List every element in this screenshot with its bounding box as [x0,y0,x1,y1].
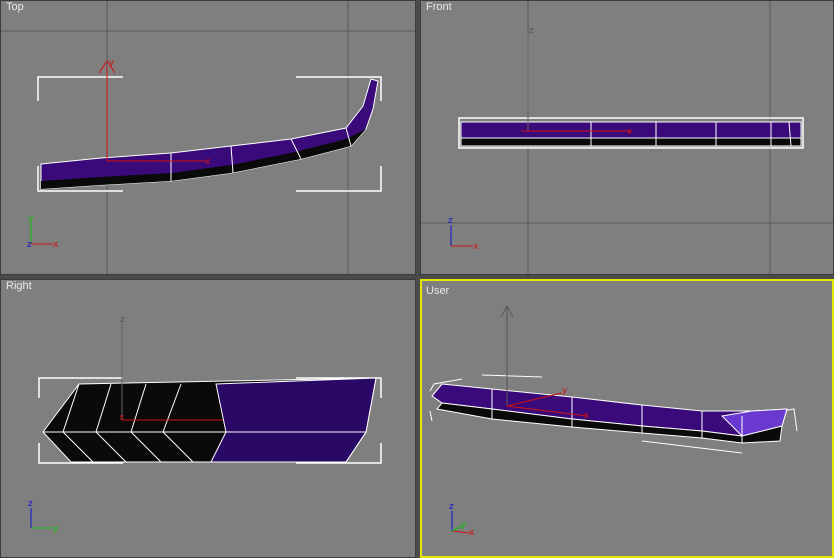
viewport-top[interactable]: Top y x y z x [0,0,416,275]
viewport-right-canvas[interactable]: z x z y [1,280,416,558]
gizmo-x-label: x [205,157,211,167]
svg-text:z: z [449,502,454,512]
svg-text:z: z [27,240,32,250]
viewport-front-canvas[interactable]: z x z x [421,1,834,275]
object-mesh[interactable] [431,383,788,444]
svg-text:x: x [584,411,590,421]
gizmo-y-label: y [109,58,115,68]
svg-text:z: z [28,499,33,509]
svg-text:x: x [627,127,633,137]
svg-text:x: x [469,528,475,538]
viewport-top-canvas[interactable]: y x y z x [1,1,416,275]
axis-tripod: z x y [449,502,475,538]
axis-tripod: z x [448,216,479,252]
transform-gizmo[interactable]: z x [521,26,633,137]
svg-text:x: x [119,413,125,423]
svg-text:x: x [53,240,59,250]
axis-tripod: y z x [27,214,59,250]
svg-text:y: y [562,386,568,396]
svg-text:y: y [28,214,34,224]
svg-text:y: y [53,524,59,534]
object-mesh[interactable] [40,78,379,190]
svg-text:y: y [461,520,467,530]
viewport-user-canvas[interactable]: y x z x y [422,281,832,556]
svg-text:x: x [473,242,479,252]
svg-text:z: z [120,315,125,325]
svg-text:z: z [529,26,534,36]
svg-text:z: z [448,216,453,226]
viewport-front[interactable]: Front z x z x [420,0,834,275]
axis-tripod: z y [28,499,59,534]
viewport-user[interactable]: User y x z x y [420,279,834,558]
viewport-right[interactable]: Right z x z y [0,279,416,558]
